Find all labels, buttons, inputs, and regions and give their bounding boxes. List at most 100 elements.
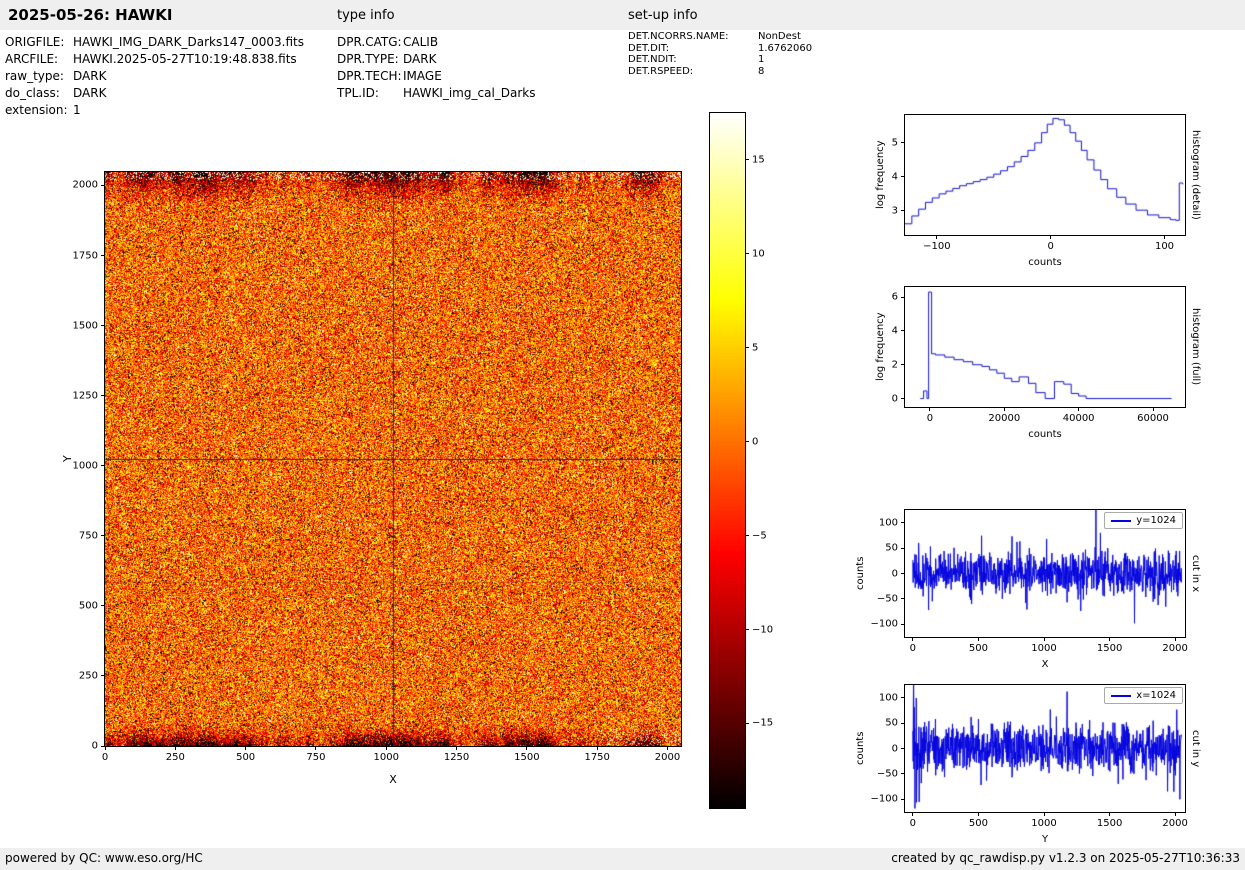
y-tick-label: 100 (878, 692, 898, 704)
colorbar-tick-label: −5 (752, 530, 767, 542)
histogram-detail-plot: −100 0 100 3 4 5 counts log frequency histogram … (875, 114, 1201, 268)
y-tick-mark (901, 623, 905, 625)
metadata-row: DET.NCORRS.NAME: NonDest (628, 31, 812, 43)
metadata-row: ORIGFILE: HAWKI_IMG_DARK_Darks147_0003.fi… (5, 34, 304, 51)
y-tick-label: 0 (891, 743, 898, 754)
y-tick-label: 500 (78, 600, 98, 612)
colorbar-tick-label: 5 (752, 342, 759, 354)
y-tick-mark (901, 364, 905, 366)
x-tick-mark (1050, 235, 1052, 239)
x-tick-label: 500 (236, 752, 256, 763)
colorbar-tick-mark (745, 441, 749, 443)
metadata-row: DPR.CATG: CALIB (337, 34, 536, 51)
y-tick-mark (901, 573, 905, 574)
metadata-label: ORIGFILE: (5, 35, 65, 49)
colorbar-tick-label: −10 (752, 624, 774, 636)
metadata-row: raw_type: DARK (5, 68, 304, 85)
colorbar-tick-mark (745, 722, 749, 724)
x-tick-label: 1000 (1031, 818, 1057, 829)
colorbar-tick-mark (745, 253, 749, 255)
metadata-row: DPR.TYPE: DARK (337, 51, 536, 68)
x-tick-mark (104, 746, 106, 750)
x-tick-mark (1003, 407, 1005, 411)
x-tick-mark (912, 637, 914, 641)
y-tick-mark (101, 325, 105, 327)
metadata-value: IMAGE (403, 69, 442, 83)
y-tick-label: −50 (876, 768, 898, 780)
y-tick-label: −100 (870, 618, 898, 630)
x-tick-mark (1078, 407, 1080, 411)
metadata-row: DET.NDIT: 1 (628, 54, 812, 66)
y-tick-mark (901, 748, 905, 749)
colorbar-tick-label: 10 (752, 248, 765, 260)
y-tick-label: 4 (891, 325, 898, 337)
footer-bar: powered by QC: www.eso.org/HC created by… (0, 848, 1245, 870)
metadata-label: DET.NDIT: (628, 54, 677, 65)
header-bar: 2025-05-26: HAWKI type info set-up info (0, 0, 1245, 30)
x-tick-label: 20000 (988, 413, 1021, 424)
x-tick-label: 2000 (1162, 818, 1188, 829)
y-tick-label: 4 (891, 171, 898, 183)
x-tick-label: 2000 (654, 752, 681, 763)
y-axis-label: log frequency (875, 312, 886, 382)
x-tick-mark (1109, 637, 1111, 641)
x-tick-label: 500 (968, 643, 988, 654)
x-tick-mark (1174, 812, 1176, 816)
metadata-row: DPR.TECH: IMAGE (337, 68, 536, 85)
legend-box: x=1024 (1104, 687, 1183, 704)
x-tick-mark (667, 746, 668, 750)
legend-label: y=1024 (1136, 515, 1176, 526)
setup-info-list: DET.NCORRS.NAME: NonDest DET.DIT: 1.6762060… (628, 31, 812, 77)
y-tick-label: −50 (876, 593, 898, 605)
x-tick-label: 40000 (1062, 413, 1095, 424)
y-tick-label: −100 (870, 793, 898, 805)
x-tick-label: 1750 (584, 752, 610, 763)
y-tick-mark (901, 330, 905, 332)
y-tick-mark (101, 675, 105, 677)
y-tick-label: 5 (891, 137, 898, 149)
y-tick-label: 0 (91, 740, 98, 752)
x-tick-label: 1000 (373, 752, 399, 763)
y-tick-label: 50 (885, 542, 898, 554)
metadata-label: DET.DIT: (628, 42, 670, 54)
y-axis-label: counts (855, 731, 866, 766)
metadata-label: raw_type: (5, 69, 64, 83)
y-tick-mark (901, 697, 905, 699)
x-tick-mark (936, 235, 938, 239)
metadata-label: do_class: (5, 86, 60, 100)
colorbar-tick-mark (745, 347, 749, 349)
x-tick-mark (977, 637, 979, 641)
x-tick-label: 0 (101, 752, 109, 763)
y-tick-label: 1000 (72, 460, 98, 472)
metadata-row: TPL.ID: HAWKI_img_cal_Darks (337, 85, 536, 102)
x-tick-label: 0 (909, 643, 917, 654)
metadata-row: extension: 1 (5, 102, 304, 119)
metadata-label: DPR.CATG: (337, 35, 402, 49)
y-tick-label: 0 (891, 568, 898, 579)
cut-in-y-plot: 0 500 1000 1500 2000 −100 −50 0 50 100 Ycounts cut … (855, 684, 1201, 845)
y-tick-mark (901, 598, 905, 600)
metadata-value: NonDest (758, 31, 801, 42)
y-tick-label: 3 (891, 205, 898, 217)
x-tick-label: 500 (968, 818, 988, 829)
metadata-value: HAWKI_img_cal_Darks (403, 86, 536, 100)
colorbar-tick-mark (745, 159, 749, 161)
plot-side-label: histogram (detail) (1190, 130, 1201, 220)
histogram-full-plot: 0 20000 40000 60000 0 2 4 6 counts log frequency h… (875, 286, 1201, 440)
x-tick-label: 0 (926, 413, 934, 424)
x-tick-label: 1500 (514, 752, 540, 763)
y-tick-mark (901, 176, 905, 178)
y-tick-label: 50 (885, 717, 898, 729)
legend-label: x=1024 (1136, 690, 1176, 701)
legend-line-sample (1111, 694, 1132, 697)
x-axis-label: X (1041, 659, 1049, 670)
dark-frame-image-canvas (105, 172, 681, 746)
y-tick-label: 100 (878, 517, 898, 529)
footer-powered-by: powered by QC: www.eso.org/HC (5, 851, 203, 865)
metadata-row: do_class: DARK (5, 85, 304, 102)
cut-in-y-canvas (905, 685, 1185, 812)
x-tick-mark (1043, 812, 1045, 816)
x-tick-label: 60000 (1137, 413, 1169, 424)
colorbar-tick-label: 15 (752, 154, 765, 166)
x-tick-label: 0 (1047, 241, 1054, 252)
